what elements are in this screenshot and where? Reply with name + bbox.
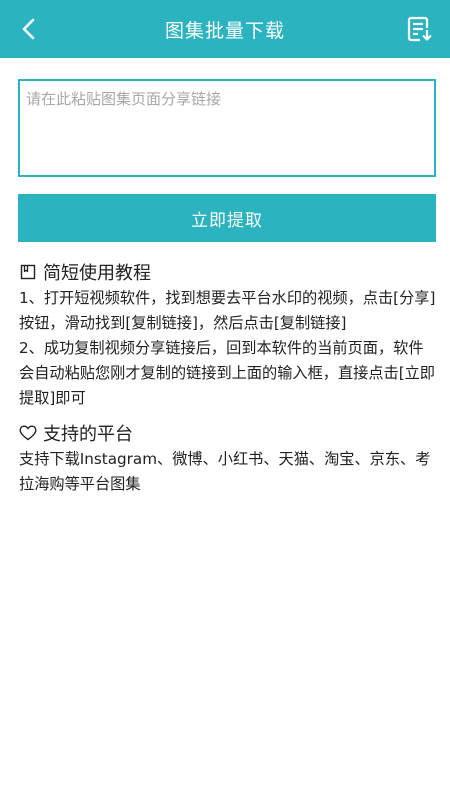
tutorial-title: 简短使用教程	[43, 263, 151, 284]
extract-now-button[interactable]: 立即提取	[18, 194, 436, 242]
instructions-content: 简短使用教程 1、打开短视频软件，找到想要去平台水印的视频，点击[分享]按钮，滑…	[19, 258, 437, 497]
download-list-button[interactable]	[400, 9, 440, 49]
app-header: 图集批量下载	[0, 0, 450, 58]
download-list-icon	[407, 16, 432, 42]
platforms-title: 支持的平台	[43, 424, 133, 445]
tutorial-heading: 简短使用教程	[19, 258, 437, 286]
platforms-description: 支持下载Instagram、微博、小红书、天猫、淘宝、京东、考拉海购等平台图集	[19, 450, 431, 493]
chevron-left-icon	[22, 18, 35, 40]
tutorial-step-1: 1、打开短视频软件，找到想要去平台水印的视频，点击[分享]按钮，滑动找到[复制链…	[19, 289, 436, 332]
heart-icon	[19, 424, 37, 442]
bookmark-icon	[19, 263, 37, 281]
link-input-container	[18, 79, 436, 177]
share-link-input[interactable]	[20, 81, 434, 175]
page-title: 图集批量下载	[164, 19, 285, 42]
platforms-heading: 支持的平台	[19, 419, 437, 447]
back-button[interactable]	[10, 9, 50, 49]
tutorial-step-2: 2、成功复制视频分享链接后，回到本软件的当前页面，软件会自动粘贴您刚才复制的链接…	[19, 339, 435, 407]
